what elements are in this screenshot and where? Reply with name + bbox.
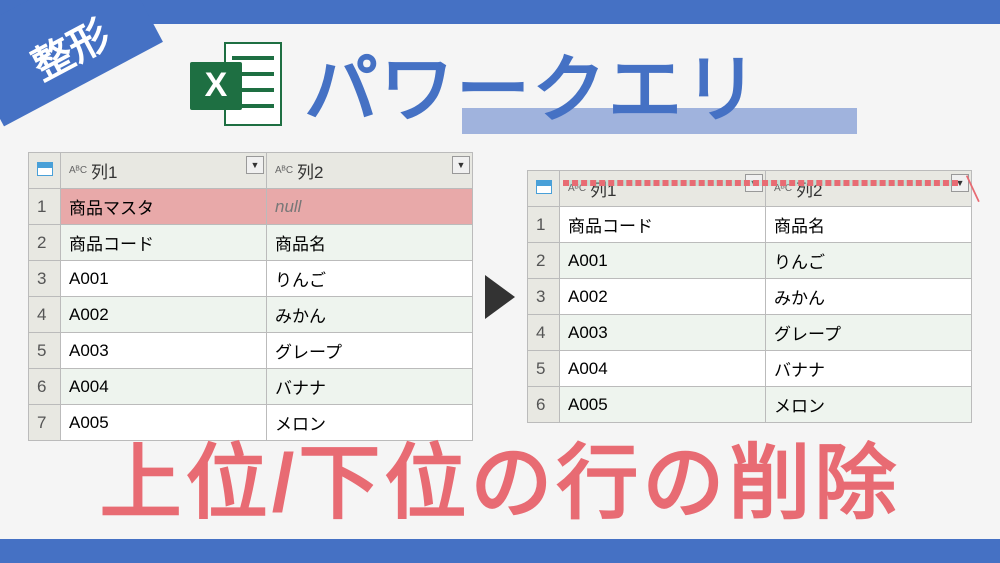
table-row[interactable]: 4A002みかん [29, 297, 473, 333]
filter-dropdown-icon[interactable]: ▼ [246, 156, 264, 174]
left-table: AᴮC 列1 ▼ AᴮC 列2 ▼ 1 商品マスタ null 2商品コード商品名 3… [28, 152, 473, 441]
cell-null: null [267, 189, 473, 225]
left-table-wrap: AᴮC 列1 ▼ AᴮC 列2 ▼ 1 商品マスタ null 2商品コード商品名 3… [28, 152, 473, 441]
filter-dropdown-icon[interactable]: ▼ [745, 174, 763, 192]
page-title: パワークエリ [304, 30, 760, 137]
type-icon: AᴮC [774, 183, 792, 194]
table-row[interactable]: 1商品コード商品名 [528, 207, 972, 243]
excel-x-badge: X [190, 62, 242, 110]
col1-label: 列1 [590, 176, 616, 201]
col2-header[interactable]: AᴮC 列2 ▼ [267, 153, 473, 189]
excel-icon: X [190, 38, 282, 130]
table-icon [37, 162, 53, 176]
filter-dropdown-icon[interactable]: ▼ [452, 156, 470, 174]
header-row: X パワークエリ [190, 30, 760, 137]
col2-label: 列2 [297, 158, 323, 183]
table-row[interactable]: 3A002みかん [528, 279, 972, 315]
table-row[interactable]: 1 商品マスタ null [29, 189, 473, 225]
type-icon: AᴮC [275, 165, 293, 176]
table-row[interactable]: 4A003グレープ [528, 315, 972, 351]
col2-label: 列2 [796, 176, 822, 201]
arrow-right-icon [485, 275, 515, 319]
table-icon [536, 180, 552, 194]
table-row[interactable]: 5A003グレープ [29, 333, 473, 369]
table-row[interactable]: 6A004バナナ [29, 369, 473, 405]
bottom-bar [0, 539, 1000, 563]
tables-area: AᴮC 列1 ▼ AᴮC 列2 ▼ 1 商品マスタ null 2商品コード商品名 3… [28, 152, 972, 441]
right-table-wrap: AᴮC 列1 ▼ AᴮC 列2 ▼ 1商品コード商品名 2A001りんご 3A002… [527, 170, 972, 423]
table-row[interactable]: 2A001りんご [528, 243, 972, 279]
col2-header[interactable]: AᴮC列2 ▼ [766, 171, 972, 207]
footer-title: 上位/下位の行の削除 [0, 443, 1000, 525]
table-row[interactable]: 5A004バナナ [528, 351, 972, 387]
type-icon: AᴮC [69, 165, 87, 176]
table-row[interactable]: 7A005メロン [29, 405, 473, 441]
table-corner[interactable] [29, 153, 61, 189]
col1-header[interactable]: AᴮC 列1 ▼ [61, 153, 267, 189]
cell: 商品マスタ [61, 189, 267, 225]
category-badge: 整形 [0, 0, 163, 126]
table-row[interactable]: 3A001りんご [29, 261, 473, 297]
table-row[interactable]: 6A005メロン [528, 387, 972, 423]
row-number: 1 [29, 189, 61, 225]
type-icon: AᴮC [568, 183, 586, 194]
col1-label: 列1 [91, 158, 117, 183]
right-table: AᴮC 列1 ▼ AᴮC 列2 ▼ 1商品コード商品名 2A001りんご 3A002… [527, 170, 972, 423]
table-corner[interactable] [528, 171, 560, 207]
badge-label: 整形 [21, 3, 119, 92]
table-row[interactable]: 2商品コード商品名 [29, 225, 473, 261]
col1-header[interactable]: AᴮC 列1 ▼ [560, 171, 766, 207]
